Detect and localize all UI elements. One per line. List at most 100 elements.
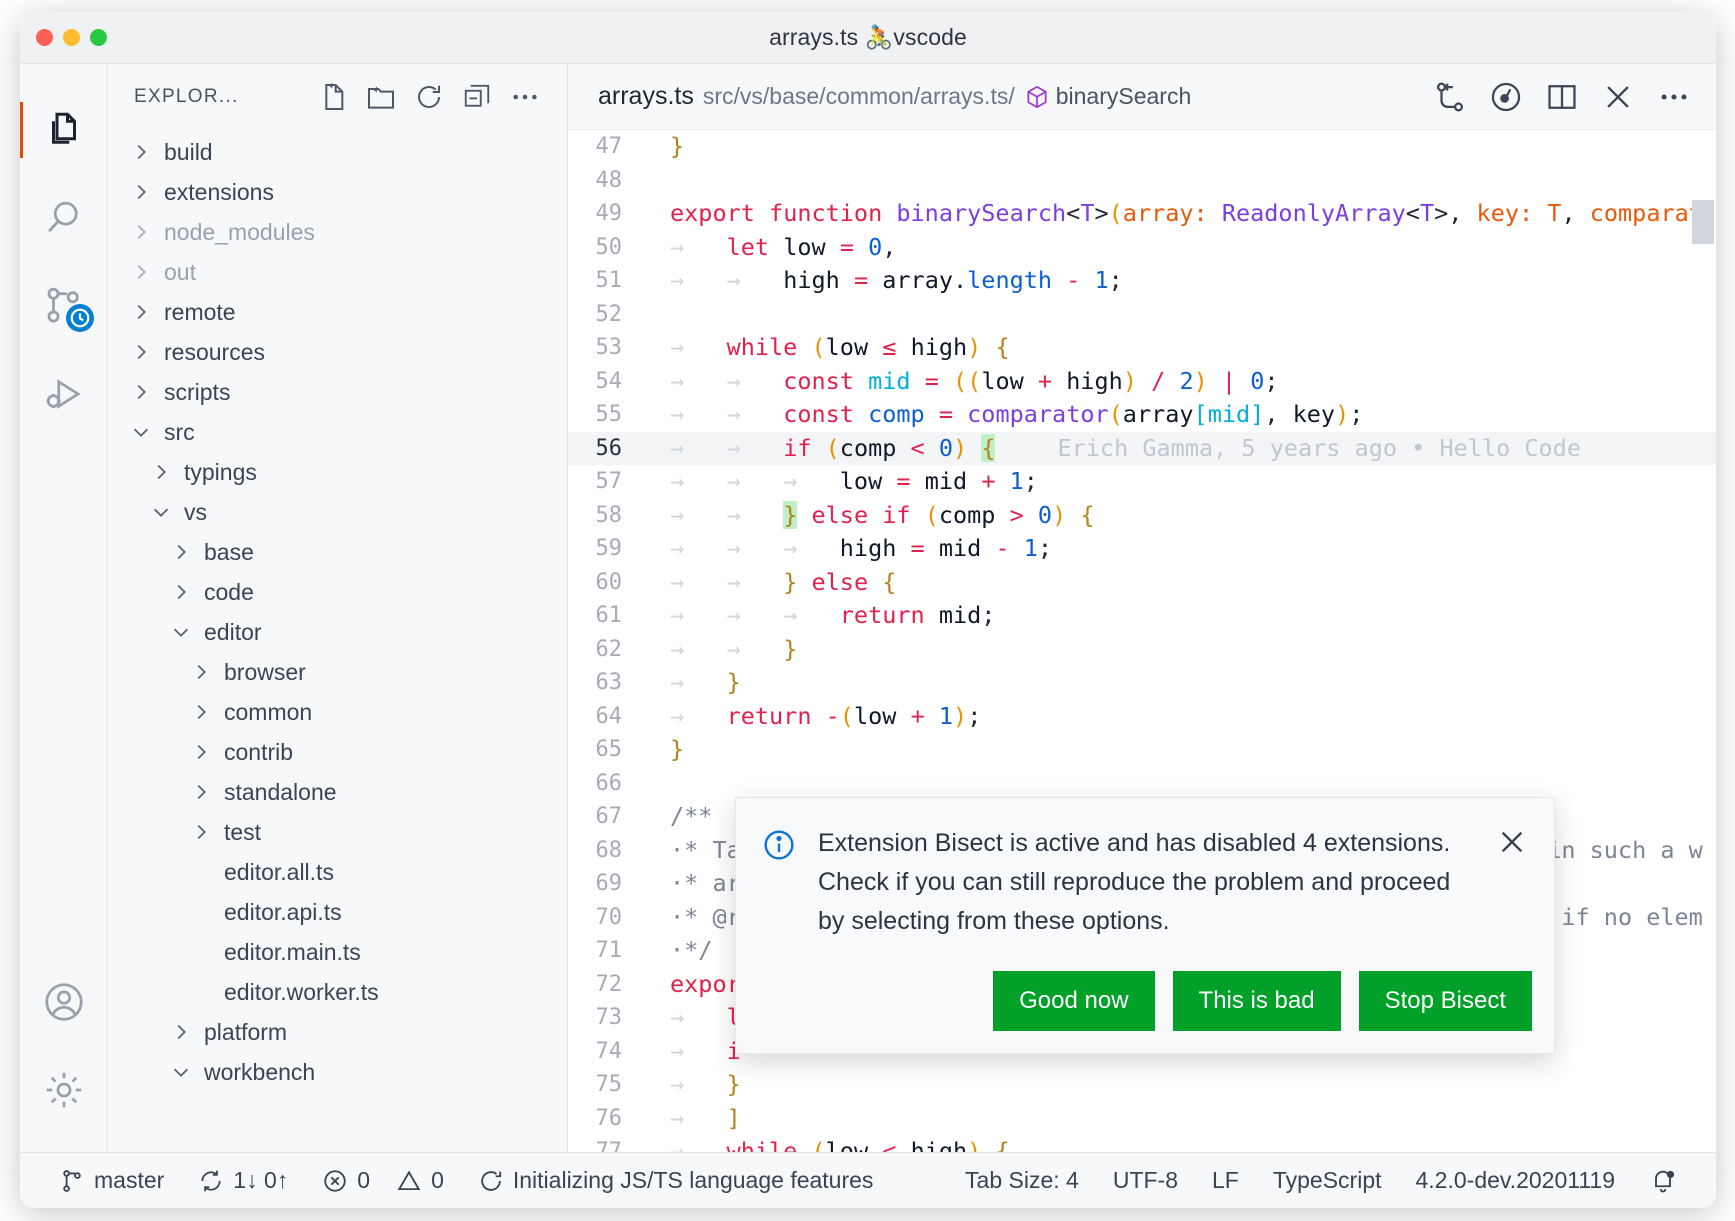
token-typ: ReadonlyArray [1222, 199, 1406, 227]
tree-folder-editor[interactable]: editor [108, 612, 567, 652]
code-line[interactable]: 55→ → const comp = comparator(array[mid]… [568, 398, 1716, 432]
token-typ: T [1420, 199, 1434, 227]
activity-item-explorer[interactable] [20, 86, 108, 174]
breadcrumb-path[interactable]: src/vs/base/common/arrays.ts/ [703, 83, 1015, 110]
breadcrumb-file[interactable]: arrays.ts [598, 82, 694, 111]
tree-folder-remote[interactable]: remote [108, 292, 567, 332]
tree-file-editor-all-ts[interactable]: editor.all.ts [108, 852, 567, 892]
tree-folder-vs[interactable]: vs [108, 492, 567, 532]
code-line[interactable]: 53→ while (low ≤ high) { [568, 331, 1716, 365]
tree-item-label: src [156, 419, 195, 446]
notification-button-this-is-bad[interactable]: This is bad [1173, 971, 1341, 1031]
token-str: length [967, 266, 1052, 294]
tree-item-label: code [196, 579, 254, 606]
file-tree[interactable]: buildextensionsnode_modulesoutremotereso… [108, 130, 567, 1152]
activity-item-accounts[interactable] [20, 958, 108, 1046]
code-line[interactable]: 50→ let low = 0, [568, 231, 1716, 265]
breadcrumb-symbol-label[interactable]: binarySearch [1056, 83, 1192, 110]
tree-file-editor-api-ts[interactable]: editor.api.ts [108, 892, 567, 932]
tree-folder-platform[interactable]: platform [108, 1012, 567, 1052]
code-line[interactable]: 48 [568, 164, 1716, 198]
code-line[interactable]: 51→ → high = array.length - 1; [568, 264, 1716, 298]
status-task[interactable]: Initializing JS/TS language features [461, 1167, 891, 1194]
tree-folder-resources[interactable]: resources [108, 332, 567, 372]
ellipsis-icon[interactable] [1646, 69, 1702, 125]
activity-item-run-and-debug[interactable] [20, 350, 108, 438]
activity-item-manage[interactable] [20, 1046, 108, 1134]
tree-folder-build[interactable]: build [108, 132, 567, 172]
code-line[interactable]: 57→ → → low = mid + 1; [568, 465, 1716, 499]
token-pun [882, 467, 896, 495]
code-line[interactable]: 60→ → } else { [568, 566, 1716, 600]
tree-folder-scripts[interactable]: scripts [108, 372, 567, 412]
code-line[interactable]: 61→ → → return mid; [568, 599, 1716, 633]
code-line[interactable]: 76→ ] [568, 1102, 1716, 1136]
code-line[interactable]: 64→ return -(low + 1); [568, 700, 1716, 734]
token-kw: const [783, 400, 854, 428]
code-line[interactable]: 58→ → } else if (comp > 0) { [568, 499, 1716, 533]
collapse-all-icon[interactable] [453, 74, 501, 120]
activity-item-search[interactable] [20, 174, 108, 262]
code-line[interactable]: 52 [568, 298, 1716, 332]
code-line[interactable]: 59→ → → high = mid - 1; [568, 532, 1716, 566]
token-op: - [995, 534, 1009, 562]
notification-toast[interactable]: Extension Bisect is active and has disab… [735, 797, 1555, 1054]
code-line[interactable]: 47} [568, 130, 1716, 164]
code-line[interactable]: 65} [568, 733, 1716, 767]
tree-folder-browser[interactable]: browser [108, 652, 567, 692]
compare-changes-icon[interactable] [1422, 69, 1478, 125]
status-branch[interactable]: master [42, 1167, 181, 1194]
new-folder-icon[interactable] [357, 74, 405, 120]
close-icon[interactable] [1590, 69, 1646, 125]
code-line[interactable]: 75→ } [568, 1068, 1716, 1102]
tree-folder-common[interactable]: common [108, 692, 567, 732]
breadcrumb-symbol[interactable]: binarySearch [1024, 83, 1192, 110]
status-language[interactable]: TypeScript [1256, 1167, 1399, 1194]
tree-folder-standalone[interactable]: standalone [108, 772, 567, 812]
status-problems[interactable]: 0 0 [305, 1167, 461, 1194]
minimap-slider[interactable] [1692, 200, 1714, 244]
token-op: / [1151, 367, 1165, 395]
status-sync[interactable]: 1↓ 0↑ [181, 1167, 305, 1194]
tree-file-editor-main-ts[interactable]: editor.main.ts [108, 932, 567, 972]
code-line[interactable]: 77→ while (low < high) { [568, 1135, 1716, 1152]
tree-file-editor-worker-ts[interactable]: editor.worker.ts [108, 972, 567, 1012]
tree-folder-typings[interactable]: typings [108, 452, 567, 492]
status-version[interactable]: 4.2.0-dev.20201119 [1399, 1167, 1633, 1194]
tree-folder-src[interactable]: src [108, 412, 567, 452]
tree-folder-out[interactable]: out [108, 252, 567, 292]
explorer-header: EXPLOR... [108, 64, 567, 130]
activity-item-source-control[interactable] [20, 262, 108, 350]
code-line[interactable]: 49export function binarySearch<T>(array:… [568, 197, 1716, 231]
tree-item-label: editor.all.ts [216, 859, 334, 886]
ellipsis-icon[interactable] [501, 74, 549, 120]
token-pun [1066, 501, 1080, 529]
code-line[interactable]: 54→ → const mid = ((low + high) / 2) | 0… [568, 365, 1716, 399]
code-line[interactable]: 62→ → } [568, 633, 1716, 667]
code-line[interactable]: 63→ } [568, 666, 1716, 700]
tree-folder-base[interactable]: base [108, 532, 567, 572]
close-icon[interactable] [1496, 826, 1532, 858]
chevron-right-icon [186, 781, 216, 803]
tree-folder-workbench[interactable]: workbench [108, 1052, 567, 1092]
tree-folder-extensions[interactable]: extensions [108, 172, 567, 212]
new-file-icon[interactable] [309, 74, 357, 120]
tree-folder-code[interactable]: code [108, 572, 567, 612]
tree-item-label: test [216, 819, 261, 846]
tree-folder-test[interactable]: test [108, 812, 567, 852]
breadcrumb[interactable]: arrays.ts src/vs/base/common/arrays.ts/ … [598, 82, 1422, 111]
git-commit-icon[interactable] [1478, 69, 1534, 125]
notification-button-good-now[interactable]: Good now [993, 971, 1154, 1031]
status-eol[interactable]: LF [1195, 1167, 1256, 1194]
code-line[interactable]: 66 [568, 767, 1716, 801]
split-editor-icon[interactable] [1534, 69, 1590, 125]
tree-folder-node-modules[interactable]: node_modules [108, 212, 567, 252]
notification-button-stop-bisect[interactable]: Stop Bisect [1359, 971, 1532, 1031]
refresh-icon[interactable] [405, 74, 453, 120]
status-tab-size[interactable]: Tab Size: 4 [948, 1167, 1096, 1194]
code-line[interactable]: 56→ → if (comp < 0) {Erich Gamma, 5 year… [568, 432, 1716, 466]
tree-folder-contrib[interactable]: contrib [108, 732, 567, 772]
line-number: 55 [568, 398, 648, 432]
status-encoding[interactable]: UTF-8 [1096, 1167, 1195, 1194]
status-notifications[interactable] [1632, 1167, 1694, 1195]
